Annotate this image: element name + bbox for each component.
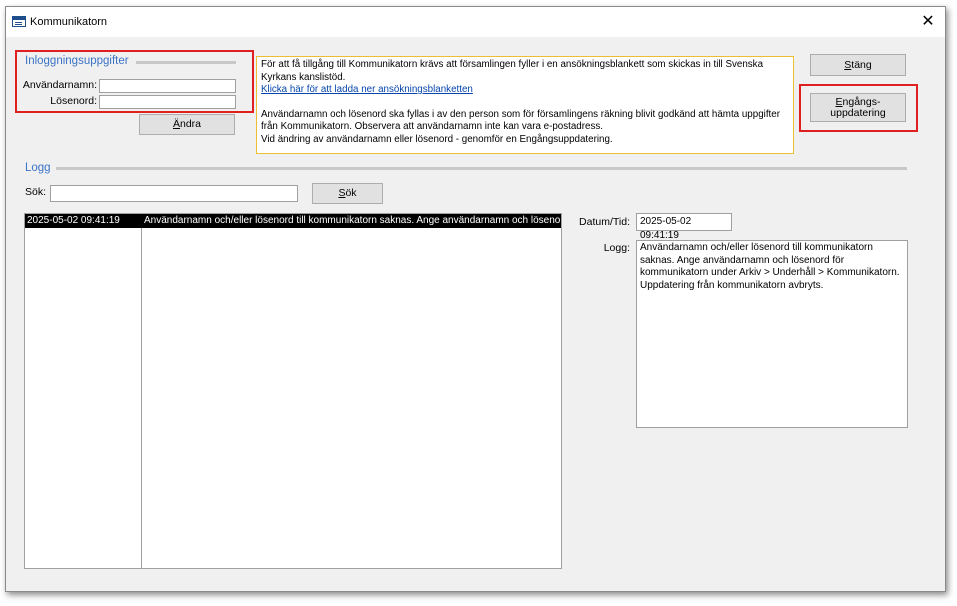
change-credentials-button[interactable]: Ändra (139, 114, 235, 135)
search-label: Sök: (25, 186, 47, 198)
log-column-divider (141, 228, 142, 568)
log-list[interactable]: 2025-05-02 09:41:19 Användarnamn och/ell… (24, 213, 562, 569)
title-bar: Kommunikatorn ✕ (6, 7, 945, 37)
info-text-credentials: Användarnamn och lösenord ska fyllas i a… (261, 108, 780, 133)
change-button-label-rest: ndra (180, 118, 202, 130)
detail-log-field[interactable]: Användarnamn och/eller lösenord till kom… (636, 240, 908, 428)
search-input[interactable] (50, 185, 298, 202)
update-highlight-frame (799, 84, 918, 132)
log-group-line (56, 167, 907, 170)
log-row-selected[interactable]: 2025-05-02 09:41:19 Användarnamn och/ell… (25, 214, 561, 228)
close-window-button[interactable]: ✕ (911, 7, 945, 37)
login-highlight-frame (15, 50, 254, 113)
detail-datetime-field[interactable]: 2025-05-02 09:41:19 (636, 213, 732, 241)
search-button-accesskey: S (338, 187, 346, 199)
change-button-accesskey: Ä (172, 118, 180, 130)
window-title: Kommunikatorn (30, 16, 108, 28)
close-button-label-rest: täng (851, 58, 872, 71)
download-form-link[interactable]: Klicka här för att ladda ner ansökningsb… (261, 84, 473, 95)
search-button-label-rest: ök (345, 187, 357, 199)
kommunikatorn-window: Kommunikatorn ✕ Inloggningsuppgifter Anv… (5, 6, 946, 592)
resize-grip[interactable] (935, 577, 941, 587)
info-box: För att få tillgång till Kommunikatorn k… (256, 56, 794, 154)
form-icon (12, 16, 26, 27)
log-row-message: Användarnamn och/eller lösenord till kom… (144, 215, 560, 226)
info-text-change-note: Vid ändring av användarnamn eller löseno… (261, 133, 613, 145)
search-button[interactable]: Sök (312, 183, 383, 204)
detail-log-label: Logg: (603, 242, 630, 254)
log-group-title: Logg (25, 162, 51, 174)
info-text-application: För att få tillgång till Kommunikatorn k… (261, 59, 764, 83)
close-button-accesskey: S (844, 58, 852, 71)
detail-datetime-label: Datum/Tid: (579, 216, 630, 228)
log-row-datetime: 2025-05-02 09:41:19 (27, 215, 120, 226)
close-button[interactable]: Stäng (810, 54, 906, 76)
